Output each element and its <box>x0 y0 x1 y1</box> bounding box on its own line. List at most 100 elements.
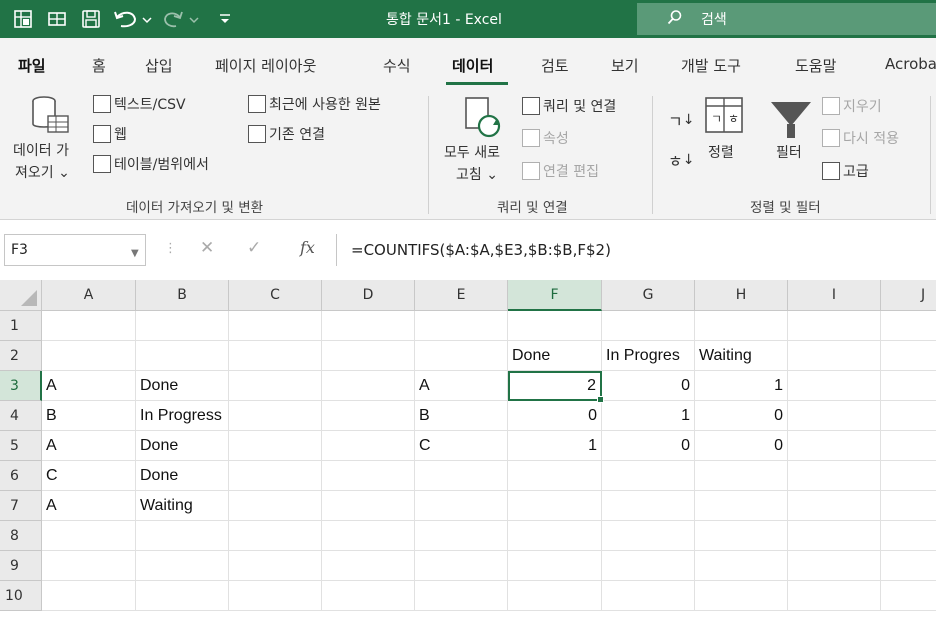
cell-h1[interactable] <box>695 311 788 341</box>
cell-f7[interactable] <box>508 491 602 521</box>
cell-e8[interactable] <box>415 521 508 551</box>
share-icon[interactable] <box>44 6 70 32</box>
cell-g10[interactable] <box>602 581 695 611</box>
cell-g2[interactable]: In Progres <box>602 341 695 371</box>
row-header-10[interactable]: 10 <box>0 581 42 611</box>
cell-a10[interactable] <box>42 581 136 611</box>
tab-help[interactable]: 도움말 <box>795 55 836 76</box>
edit-links-button[interactable]: 연결 편집 <box>522 161 599 181</box>
column-header-e[interactable]: E <box>415 280 508 311</box>
cell-a1[interactable] <box>42 311 136 341</box>
cell-i8[interactable] <box>788 521 881 551</box>
cell-d4[interactable] <box>322 401 415 431</box>
cell-c10[interactable] <box>229 581 322 611</box>
cell-h5[interactable]: 0 <box>695 431 788 461</box>
column-header-d[interactable]: D <box>322 280 415 311</box>
row-header-5[interactable]: 5 <box>0 431 42 461</box>
cell-e1[interactable] <box>415 311 508 341</box>
cell-c2[interactable] <box>229 341 322 371</box>
cell-b3[interactable]: Done <box>136 371 229 401</box>
cell-h9[interactable] <box>695 551 788 581</box>
cell-b7[interactable]: Waiting <box>136 491 229 521</box>
cell-a5[interactable]: A <box>42 431 136 461</box>
fill-handle[interactable] <box>597 396 604 403</box>
cell-j5[interactable] <box>881 431 936 461</box>
cell-b9[interactable] <box>136 551 229 581</box>
sort-ascending-button[interactable]: ㄱ ↓ <box>668 108 694 132</box>
cell-h3[interactable]: 1 <box>695 371 788 401</box>
column-header-j[interactable]: J <box>881 280 936 311</box>
cell-a7[interactable]: A <box>42 491 136 521</box>
select-all-button[interactable] <box>0 280 42 311</box>
advanced-filter-button[interactable]: 고급 <box>822 161 869 181</box>
cell-e6[interactable] <box>415 461 508 491</box>
cell-b4[interactable]: In Progress <box>136 401 229 431</box>
cell-c1[interactable] <box>229 311 322 341</box>
name-box[interactable]: F3 ▼ <box>4 234 146 266</box>
cell-i2[interactable] <box>788 341 881 371</box>
cell-d10[interactable] <box>322 581 415 611</box>
save-icon[interactable] <box>78 6 104 32</box>
cell-h8[interactable] <box>695 521 788 551</box>
cell-j2[interactable] <box>881 341 936 371</box>
cell-d5[interactable] <box>322 431 415 461</box>
column-header-f[interactable]: F <box>508 280 602 311</box>
cell-g5[interactable]: 0 <box>602 431 695 461</box>
cell-g6[interactable] <box>602 461 695 491</box>
cell-i7[interactable] <box>788 491 881 521</box>
cell-i10[interactable] <box>788 581 881 611</box>
cell-j1[interactable] <box>881 311 936 341</box>
column-header-b[interactable]: B <box>136 280 229 311</box>
cell-e2[interactable] <box>415 341 508 371</box>
clear-filter-button[interactable]: 지우기 <box>822 96 882 116</box>
column-header-g[interactable]: G <box>602 280 695 311</box>
cell-e5[interactable]: C <box>415 431 508 461</box>
cell-d6[interactable] <box>322 461 415 491</box>
cell-f8[interactable] <box>508 521 602 551</box>
cell-g7[interactable] <box>602 491 695 521</box>
cell-a8[interactable] <box>42 521 136 551</box>
row-header-3[interactable]: 3 <box>0 371 42 401</box>
row-header-9[interactable]: 9 <box>0 551 42 581</box>
cell-j7[interactable] <box>881 491 936 521</box>
autosave-icon[interactable] <box>10 6 36 32</box>
undo-icon[interactable] <box>112 6 154 32</box>
cell-i3[interactable] <box>788 371 881 401</box>
cell-g8[interactable] <box>602 521 695 551</box>
cell-c8[interactable] <box>229 521 322 551</box>
tab-review[interactable]: 검토 <box>541 55 569 76</box>
row-header-7[interactable]: 7 <box>0 491 42 521</box>
cell-d7[interactable] <box>322 491 415 521</box>
queries-connections-button[interactable]: 쿼리 및 연결 <box>522 96 616 116</box>
cell-a3[interactable]: A <box>42 371 136 401</box>
cell-f9[interactable] <box>508 551 602 581</box>
cell-j6[interactable] <box>881 461 936 491</box>
cell-j8[interactable] <box>881 521 936 551</box>
cell-b1[interactable] <box>136 311 229 341</box>
cell-d3[interactable] <box>322 371 415 401</box>
cell-h2[interactable]: Waiting <box>695 341 788 371</box>
cell-d9[interactable] <box>322 551 415 581</box>
cell-c6[interactable] <box>229 461 322 491</box>
tab-page-layout[interactable]: 페이지 레이아웃 <box>215 55 316 76</box>
cell-d8[interactable] <box>322 521 415 551</box>
cell-a6[interactable]: C <box>42 461 136 491</box>
row-header-6[interactable]: 6 <box>0 461 42 491</box>
tab-formulas[interactable]: 수식 <box>383 55 411 76</box>
cell-f6[interactable] <box>508 461 602 491</box>
cell-j4[interactable] <box>881 401 936 431</box>
search-box[interactable]: 검색 <box>637 3 936 35</box>
cell-e9[interactable] <box>415 551 508 581</box>
redo-icon[interactable] <box>162 6 202 32</box>
cell-g4[interactable]: 1 <box>602 401 695 431</box>
cell-d1[interactable] <box>322 311 415 341</box>
column-header-i[interactable]: I <box>788 280 881 311</box>
cell-e4[interactable]: B <box>415 401 508 431</box>
column-header-h[interactable]: H <box>695 280 788 311</box>
cell-j3[interactable] <box>881 371 936 401</box>
recent-sources-button[interactable]: 최근에 사용한 원본 <box>248 94 381 114</box>
cell-g9[interactable] <box>602 551 695 581</box>
column-header-a[interactable]: A <box>42 280 136 311</box>
chevron-down-icon[interactable]: ▼ <box>131 248 139 259</box>
cell-f2[interactable]: Done <box>508 341 602 371</box>
